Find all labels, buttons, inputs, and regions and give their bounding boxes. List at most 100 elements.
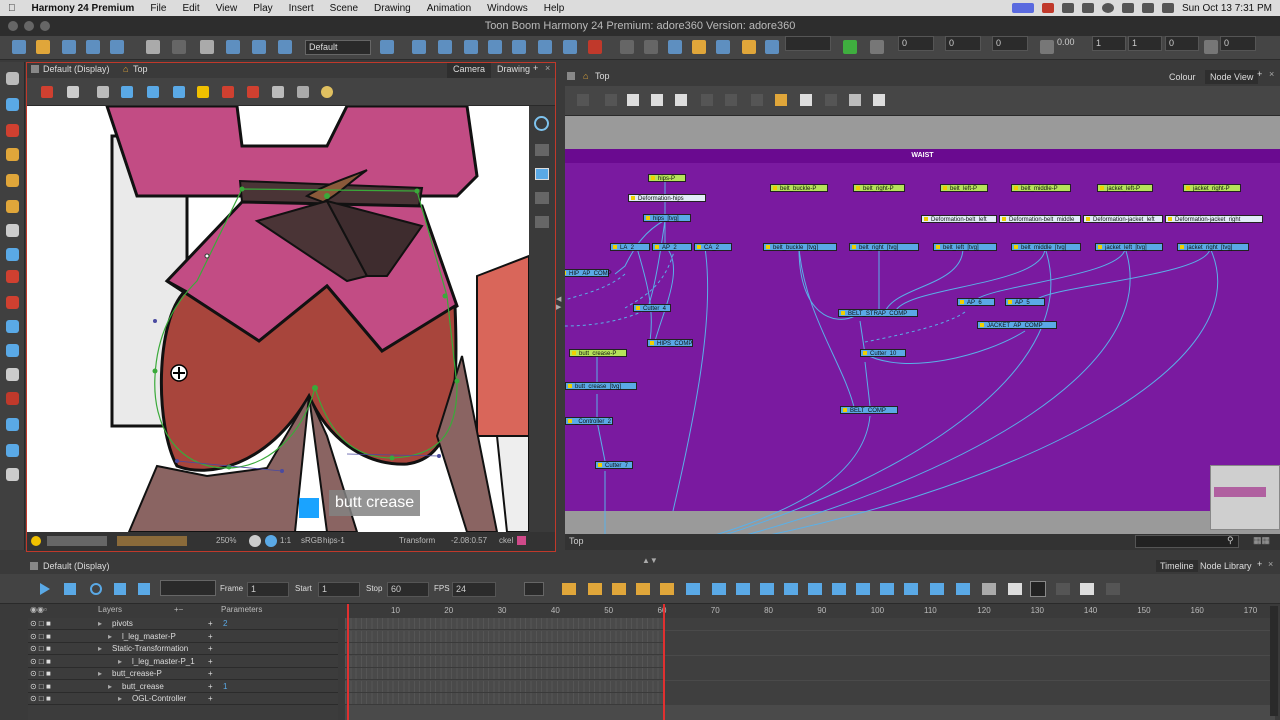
playback-speed-slider[interactable] — [160, 580, 216, 596]
layer-visibility-icons[interactable]: ⊙ □ ■ — [30, 668, 51, 680]
brush-tool-icon[interactable] — [6, 124, 19, 137]
rigging-tool-icon[interactable] — [6, 392, 19, 405]
angle-icon[interactable] — [1040, 40, 1054, 54]
node-navigator[interactable] — [1210, 465, 1280, 530]
timeline-scrollbar[interactable] — [1270, 606, 1278, 716]
node-jacket-ap-comp[interactable]: JACKET_AP_COMP — [977, 321, 1057, 329]
camera-breadcrumb[interactable]: Top — [133, 64, 148, 74]
contour-editor-icon[interactable] — [6, 98, 19, 111]
cut-icon[interactable] — [200, 40, 214, 54]
layer-row[interactable]: ⊙ □ ■ ▸ Static-Transformation + — [28, 643, 338, 655]
copy-icon[interactable] — [226, 40, 240, 54]
zoom-tool-icon[interactable] — [6, 468, 19, 481]
spline-tool-icon[interactable] — [6, 444, 19, 457]
grid-icon[interactable] — [97, 86, 109, 98]
menu-insert[interactable]: Insert — [281, 3, 322, 14]
deformer-point[interactable] — [239, 186, 245, 192]
pen-icon[interactable] — [247, 86, 259, 98]
hand-tool-icon[interactable] — [6, 368, 19, 381]
layer-row[interactable]: ⊙ □ ■ ▸ l_leg_master-P_1 + — [28, 656, 338, 668]
node-hips-p[interactable]: hips-P — [648, 174, 686, 182]
tab-timeline[interactable]: Timeline — [1156, 560, 1198, 572]
splitter-arrows[interactable]: ▲▼ — [642, 556, 658, 565]
keyframe-icon[interactable] — [712, 583, 726, 595]
tab-drawing[interactable]: Drawing — [493, 64, 534, 74]
panel-menu-icon[interactable] — [31, 65, 39, 73]
filter-icon[interactable] — [1106, 583, 1120, 595]
select-tool-icon[interactable] — [6, 72, 19, 85]
menu-drawing[interactable]: Drawing — [366, 3, 419, 14]
layer-row[interactable]: ⊙ □ ■ ▸ OGL-Controller + — [28, 693, 338, 705]
status-tool-icons[interactable] — [117, 536, 187, 546]
node-breadcrumb[interactable]: Top — [595, 71, 610, 81]
deformer-point[interactable] — [324, 193, 330, 199]
paste-icon[interactable] — [252, 40, 266, 54]
link-icon[interactable] — [956, 583, 970, 595]
add-tab-icon[interactable]: + — [1257, 559, 1262, 569]
layer-visibility-icons[interactable]: ⊙ □ ■ — [30, 681, 51, 693]
current-color-swatch[interactable] — [517, 536, 526, 545]
rotate-view-icon[interactable] — [438, 40, 452, 54]
tab-colour[interactable]: Colour — [1165, 72, 1200, 82]
animate-mode-icon[interactable] — [41, 86, 53, 98]
exposure-icon[interactable] — [904, 583, 918, 595]
transform-icon[interactable] — [620, 40, 634, 54]
creative-cloud-icon[interactable] — [1061, 3, 1074, 13]
node-deformation-jacket-left[interactable]: Deformation-jacket_left — [1083, 215, 1163, 223]
panel-menu-icon[interactable] — [30, 562, 38, 570]
line-style-icon[interactable] — [524, 582, 544, 596]
apple-icon[interactable]:  — [0, 3, 24, 14]
tab-node-library[interactable]: Node Library — [1200, 561, 1252, 571]
y-field[interactable]: 0 — [945, 36, 981, 51]
node-tool-icon[interactable] — [577, 94, 589, 106]
save-icon[interactable] — [62, 40, 76, 54]
exposure-row[interactable] — [345, 618, 1275, 630]
menu-animation[interactable]: Animation — [419, 3, 479, 14]
node-belt-strap-comp[interactable]: BELT_STRAP_COMP — [838, 309, 918, 317]
expand-arrow-icon[interactable]: ▸ — [118, 693, 122, 705]
home-icon[interactable]: ⌂ — [123, 64, 128, 74]
light-table-icon[interactable] — [321, 86, 333, 98]
lock-icon[interactable] — [563, 40, 577, 54]
expand-arrow-icon[interactable]: ▸ — [98, 668, 102, 680]
import-icon[interactable] — [110, 40, 124, 54]
constant-icon[interactable] — [636, 583, 650, 595]
layers-active-icon[interactable] — [535, 168, 549, 180]
exposure-row[interactable] — [345, 643, 1275, 655]
snap-icon[interactable] — [512, 40, 526, 54]
expand-arrow-icon[interactable]: ▸ — [108, 681, 112, 693]
filter-icon[interactable] — [870, 40, 884, 54]
frame-add-icon[interactable] — [856, 583, 870, 595]
ease-in-icon[interactable] — [562, 583, 576, 595]
deformer-point[interactable] — [442, 293, 448, 299]
node-jacket-left-tvg[interactable]: jacket_left_[tvg] — [1095, 243, 1163, 251]
grid-icon[interactable] — [765, 40, 779, 54]
onion-skin-toggle-icon[interactable] — [173, 86, 185, 98]
ease-out-icon[interactable] — [588, 583, 602, 595]
node-canvas[interactable]: WAIST hips-P Deformation-hips hips_[tvg]… — [565, 116, 1280, 538]
node-belt-right-tvg[interactable]: belt_right_[tvg] — [849, 243, 919, 251]
pivot-icon[interactable] — [1204, 40, 1218, 54]
layer-visibility-icons[interactable]: ⊙ □ ■ — [30, 656, 51, 668]
playhead[interactable] — [347, 604, 349, 720]
deformer-point[interactable] — [414, 188, 420, 194]
wifi-icon[interactable] — [1121, 3, 1134, 13]
layer-row[interactable]: ⊙ □ ■ ▸ butt_crease-P + — [28, 668, 338, 680]
layer-visibility-icons[interactable]: ⊙ □ ■ — [30, 643, 51, 655]
stamp-icon[interactable] — [297, 86, 309, 98]
frame-field[interactable]: 1 — [247, 582, 289, 597]
play-selection-icon[interactable] — [64, 583, 76, 595]
node-hips-tvg[interactable]: hips_[tvg] — [643, 214, 691, 222]
close-panel-icon[interactable]: × — [1269, 69, 1274, 79]
deformer-point[interactable] — [454, 378, 460, 384]
panel-splitter[interactable]: ◀ ▶ — [556, 295, 564, 315]
exposure-row[interactable] — [345, 693, 1275, 705]
deform-icon[interactable] — [668, 40, 682, 54]
node-jacket-right-tvg[interactable]: jacket_right_[tvg] — [1177, 243, 1249, 251]
node-jacket-left-p[interactable]: jacket_left-P — [1097, 184, 1153, 192]
deformer-point[interactable] — [226, 464, 232, 470]
node-belt-middle-tvg[interactable]: belt_middle_[tvg] — [1011, 243, 1081, 251]
bezier-icon[interactable] — [488, 40, 502, 54]
node-ap-6[interactable]: AP_6 — [957, 298, 995, 306]
node-tool-icon[interactable] — [725, 94, 737, 106]
